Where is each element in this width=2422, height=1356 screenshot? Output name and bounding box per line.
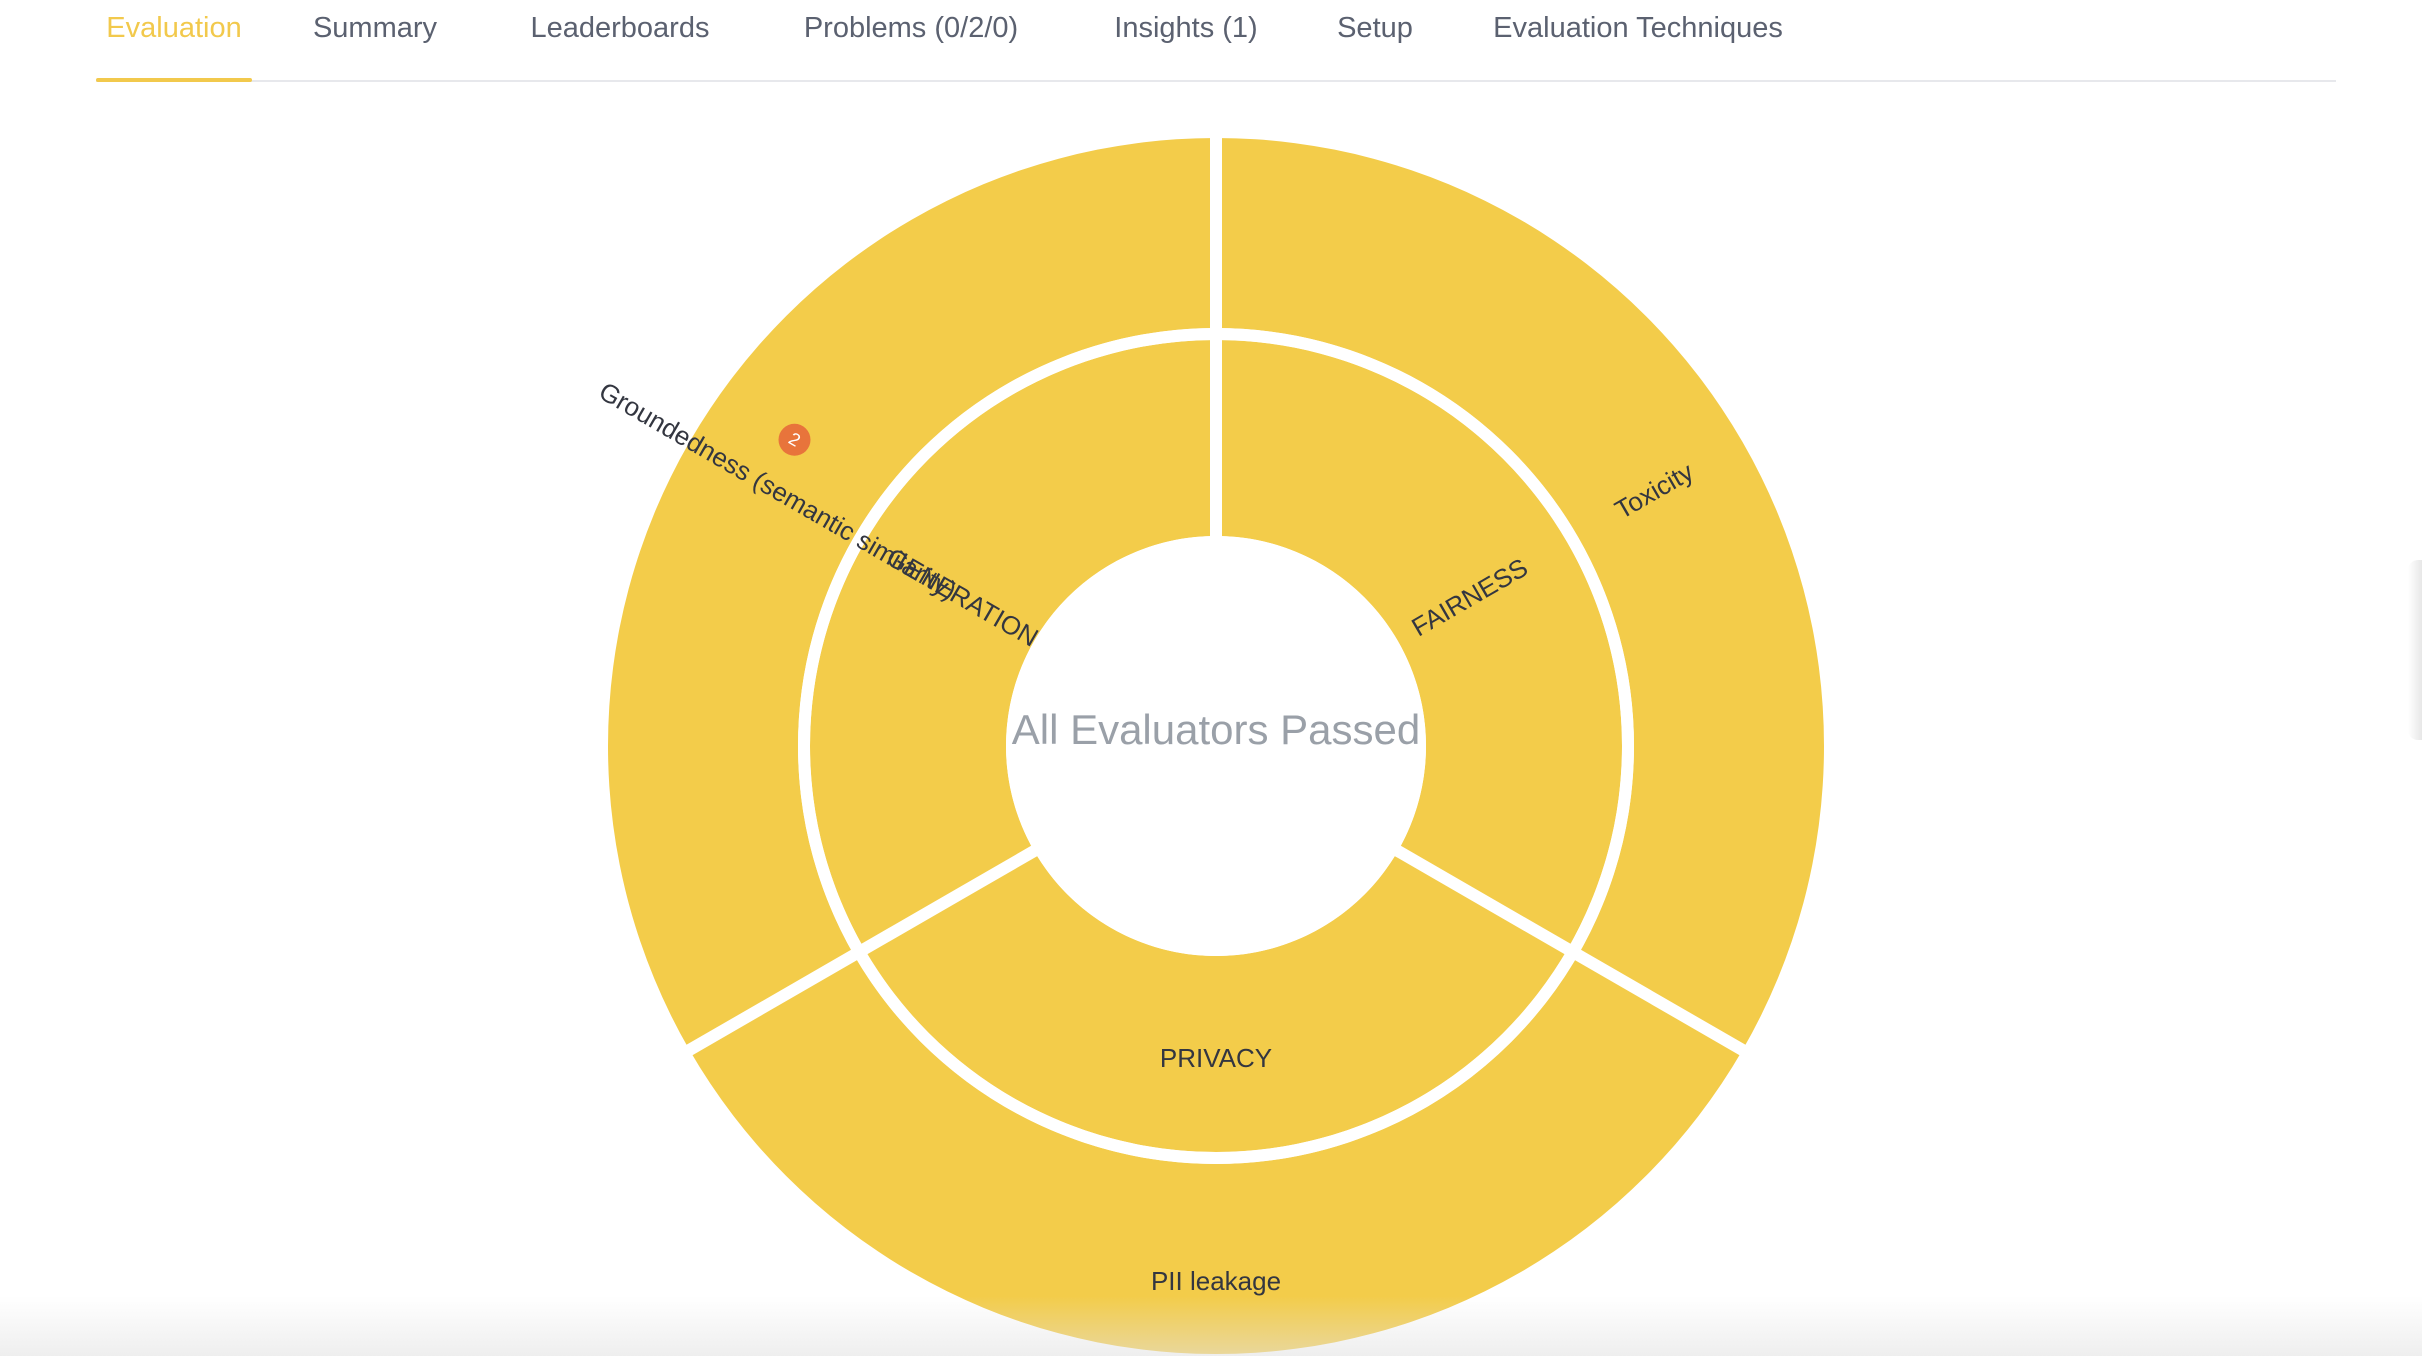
sunburst-svg: FAIRNESSPRIVACYGENERATIONToxicityPII lea… — [594, 134, 1824, 1354]
evaluation-sunburst-chart: FAIRNESS PRIVACY GENERATION Toxicity PII lea… — [0, 0, 2422, 1356]
evaluation-page: Evaluation Summary Leaderboards Problems… — [0, 0, 2422, 1356]
outer-label-pii-leakage: PII leakage — [1151, 1266, 1281, 1296]
inner-label-privacy: PRIVACY — [1160, 1043, 1272, 1073]
center-label: All Evaluators Passed — [1012, 706, 1421, 753]
problem-count-badge[interactable]: 2 — [778, 423, 811, 456]
